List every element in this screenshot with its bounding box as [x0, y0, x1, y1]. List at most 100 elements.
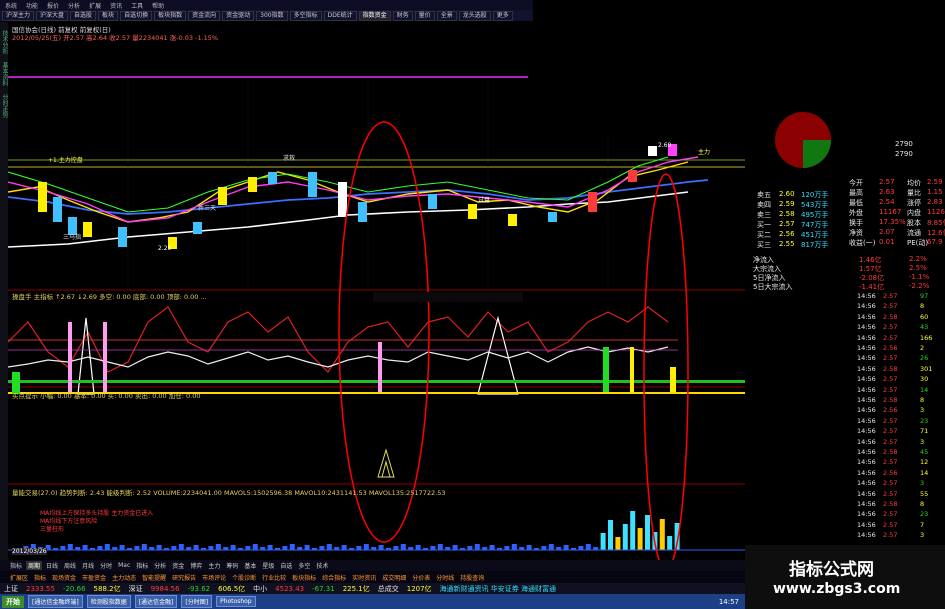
tab-9[interactable]: 多空指标	[289, 10, 322, 21]
toolbar-item[interactable]: 扩展区	[8, 573, 30, 582]
tick-volume: 8	[920, 500, 925, 508]
mid-name: 中小	[253, 584, 268, 593]
tab-13[interactable]: 量价	[414, 10, 435, 21]
toolbar-item[interactable]: 研究报告	[170, 573, 198, 582]
tab-0[interactable]: 沪深主力	[2, 10, 35, 21]
taskbar-item[interactable]: [通达信金融]	[134, 595, 178, 608]
period-tab[interactable]: 指标	[134, 561, 150, 570]
toolbar-item[interactable]: 市盈资金	[80, 573, 108, 582]
notice-text[interactable]: 海通新财通资讯 华安证券 海通财富通	[440, 584, 556, 594]
toolbar-item[interactable]: 持股查询	[458, 573, 486, 582]
toolbar-item[interactable]: 分价表	[410, 573, 432, 582]
tab-11[interactable]: 指数资金	[358, 10, 391, 21]
order-label: 买二	[757, 231, 771, 239]
period-tab[interactable]: 博弈	[188, 561, 204, 570]
period-tab[interactable]: 周期	[26, 561, 43, 570]
period-tab[interactable]: 自选	[278, 561, 294, 570]
quote-panel: 2790 2790 今开 2.57 均价 2.59 最高 2.63 量比 1.15…	[745, 0, 945, 545]
menu-item[interactable]: 报价	[44, 1, 62, 10]
toolbar-item[interactable]: 智能提醒	[140, 573, 168, 582]
tick-row: 14:56 2.57 166	[745, 334, 945, 345]
period-tab[interactable]: 基本	[242, 561, 258, 570]
menu-item[interactable]: 功能	[23, 1, 41, 10]
sz-value: 9984.56	[150, 584, 180, 593]
toolbar-item[interactable]: 综合指标	[320, 573, 348, 582]
tick-time: 14:56	[857, 458, 876, 467]
volume-bar	[230, 545, 236, 550]
taskbar-item[interactable]: 检测股指数据	[86, 595, 131, 608]
period-tab[interactable]: 周线	[62, 561, 78, 570]
tab-12[interactable]: 财务	[392, 10, 413, 21]
menu-item[interactable]: 帮助	[149, 1, 167, 10]
period-tab[interactable]: 分析	[152, 561, 168, 570]
toolbar-item[interactable]: 市场评论	[200, 573, 228, 582]
tab-10[interactable]: DDE统计	[323, 10, 357, 21]
tick-row: 14:56 2.57 55	[745, 490, 945, 501]
quote-key: 今开	[849, 179, 863, 187]
order-qty: 495万手	[801, 211, 829, 219]
period-tab[interactable]: 资金	[170, 561, 186, 570]
toolbar-item[interactable]: 行业比较	[260, 573, 288, 582]
taskbar-item[interactable]: Photoshop	[216, 596, 256, 607]
volume-bar	[193, 545, 199, 550]
tick-price: 2.56	[883, 406, 898, 415]
period-tab[interactable]: Mac	[116, 562, 132, 569]
menu-item[interactable]: 工具	[128, 1, 146, 10]
tick-row: 14:56 2.57 7	[745, 521, 945, 532]
volume-bar	[304, 545, 310, 550]
quote-row: 今开 2.57 均价 2.59	[749, 178, 944, 188]
tab-15[interactable]: 龙头选股	[458, 10, 491, 21]
tick-price: 2.57	[883, 375, 898, 384]
tab-4[interactable]: 自选切换	[120, 10, 153, 21]
function-tab-bar: 沪深主力 沪深大盘 自选股 板块 自选切换 板块指数 资金流向 资金驱动 300指数 多空指标 DD…	[0, 10, 533, 21]
tick-price: 2.57	[883, 510, 898, 519]
tab-14[interactable]: 全景	[436, 10, 457, 21]
toolbar-item[interactable]: 现场资金	[50, 573, 78, 582]
flow-pct: 2.5%	[909, 264, 927, 272]
flow-pct: 2.2%	[909, 255, 927, 263]
menu-item[interactable]: 资讯	[107, 1, 125, 10]
tick-volume: 97	[920, 292, 929, 300]
tick-time: 14:56	[857, 406, 876, 415]
toolbar-item[interactable]: 分时线	[434, 573, 456, 582]
tick-row: 14:56 2.57 71	[745, 427, 945, 438]
tick-price: 2.57	[883, 302, 898, 311]
menu-item[interactable]: 分析	[65, 1, 83, 10]
tick-time: 14:56	[857, 520, 876, 529]
volume-bar	[645, 515, 650, 550]
period-tab[interactable]: 指标	[8, 561, 24, 570]
menu-item[interactable]: 扩展	[86, 1, 104, 10]
toolbar-item[interactable]: 成交明细	[380, 573, 408, 582]
tab-2[interactable]: 自选股	[70, 10, 97, 21]
candlestick	[38, 182, 47, 212]
toolbar-item[interactable]: 实时资讯	[350, 573, 378, 582]
period-tab[interactable]: 月线	[80, 561, 96, 570]
taskbar-item[interactable]: [通达信金融终端]	[28, 595, 83, 608]
tick-time: 14:56	[857, 364, 876, 373]
period-tab[interactable]: 技术	[314, 561, 330, 570]
toolbar-item[interactable]: 指标	[32, 573, 48, 582]
taskbar-item[interactable]: [分时图]	[181, 595, 213, 608]
tab-16[interactable]: 更多	[492, 10, 513, 21]
toolbar-item[interactable]: 主力动态	[110, 573, 138, 582]
volume-bar	[415, 545, 421, 550]
tick-price: 2.56	[883, 344, 898, 352]
tab-8[interactable]: 300指数	[256, 10, 288, 21]
period-tab[interactable]: 星级	[260, 561, 276, 570]
tab-1[interactable]: 沪深大盘	[36, 10, 69, 21]
start-button[interactable]: 开始	[2, 595, 24, 608]
period-tab[interactable]: 日线	[44, 561, 60, 570]
toolbar-item[interactable]: 板块指标	[290, 573, 318, 582]
period-tab[interactable]: 分时	[98, 561, 114, 570]
volume-bar	[208, 546, 214, 550]
tab-6[interactable]: 资金流向	[188, 10, 221, 21]
toolbar-item[interactable]: 个股诊断	[230, 573, 258, 582]
tick-volume: 60	[920, 312, 929, 321]
period-tab[interactable]: 主力	[206, 561, 222, 570]
period-tab[interactable]: 筹码	[224, 561, 240, 570]
tab-3[interactable]: 板块	[98, 10, 119, 21]
tab-5[interactable]: 板块指数	[154, 10, 187, 21]
period-tab[interactable]: 多空	[296, 561, 312, 570]
menu-item[interactable]: 系统	[2, 1, 20, 10]
tab-7[interactable]: 资金驱动	[222, 10, 255, 21]
